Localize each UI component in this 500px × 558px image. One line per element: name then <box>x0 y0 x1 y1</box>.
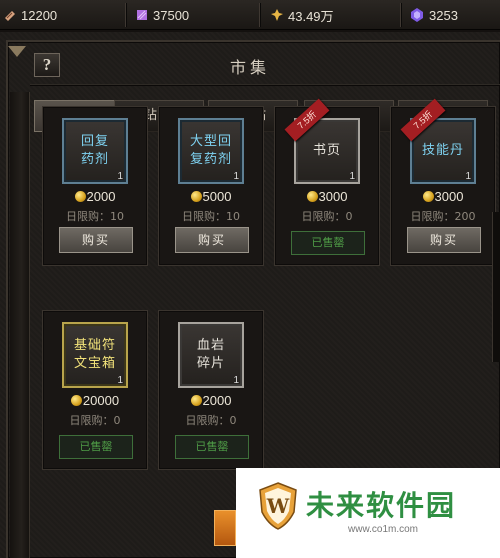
item-price: 2000 <box>159 393 263 408</box>
title-divider <box>30 84 500 86</box>
item-slot[interactable]: 大型回 复药剂 1 <box>178 118 244 184</box>
violet-gem-icon <box>411 8 423 22</box>
crystal-resource: 37500 <box>136 0 189 30</box>
window-left-rail <box>10 92 30 558</box>
buy-button[interactable]: 购买 <box>407 227 481 253</box>
shop-item: 技能丹 1 7.5折 3000 日限购：200 购买 <box>390 98 496 266</box>
daily-limit: 日限购：200 <box>410 210 476 223</box>
gem-resource: 3253 <box>410 0 458 30</box>
item-price-value: 5000 <box>202 189 232 204</box>
item-slot[interactable]: 基础符 文宝箱 1 <box>62 322 128 388</box>
shop-item: 血岩 碎片 1 2000 日限购：0 已售罄 <box>158 310 264 470</box>
gold-shard-icon <box>271 9 283 21</box>
gold-coin-icon <box>306 191 318 202</box>
shop-item: 大型回 复药剂 1 5000 日限购：10 购买 <box>158 106 264 266</box>
svg-text:W: W <box>266 494 290 518</box>
daily-limit: 日限购：10 <box>66 210 124 223</box>
ticket-icon <box>5 11 15 21</box>
orange-action-button[interactable] <box>214 510 236 546</box>
item-price-value: 3000 <box>318 189 348 204</box>
sold-out-badge: 已售罄 <box>175 435 249 459</box>
item-slot[interactable]: 书页 1 7.5折 <box>284 98 360 184</box>
watermark-text: 未来软件园 <box>306 489 457 522</box>
scrollbar[interactable] <box>492 212 500 362</box>
shop-item: 基础符 文宝箱 1 20000 日限购：0 已售罄 <box>42 310 148 470</box>
daily-limit: 日限购：0 <box>69 414 121 427</box>
item-price-value: 2000 <box>202 393 232 408</box>
resource-bar: 12200 37500 43.49万 3253 <box>0 0 500 30</box>
item-quantity: 1 <box>465 171 471 182</box>
item-quantity: 1 <box>349 171 355 182</box>
gem-count: 3253 <box>429 7 458 23</box>
item-price: 2000 <box>43 189 147 204</box>
help-button[interactable]: ? <box>34 53 60 77</box>
watermark-url: www.co1m.com <box>348 524 419 535</box>
item-quantity: 1 <box>117 171 123 182</box>
purple-crystal-icon <box>137 10 147 20</box>
ticket-count: 12200 <box>21 7 58 23</box>
item-price: 5000 <box>159 189 263 204</box>
gold-coin-icon <box>190 395 202 406</box>
watermark-logo: W <box>259 482 297 530</box>
gold-coin-icon <box>74 191 86 202</box>
gold-count: 43.49万 <box>288 8 334 24</box>
sold-out-badge: 已售罄 <box>59 435 133 459</box>
item-quantity: 1 <box>233 375 239 386</box>
buy-button[interactable]: 购买 <box>59 227 133 253</box>
item-slot[interactable]: 回复 药剂 1 <box>62 118 128 184</box>
watermark: W 未来软件园 www.co1m.com <box>236 468 500 558</box>
gold-coin-icon <box>70 395 82 406</box>
item-price-value: 20000 <box>82 393 120 408</box>
shop-item: 书页 1 7.5折 3000 日限购：0 已售罄 <box>274 98 380 266</box>
item-quantity: 1 <box>233 171 239 182</box>
crystal-count: 37500 <box>153 7 190 23</box>
item-price: 3000 <box>275 189 379 204</box>
gold-coin-icon <box>190 191 202 202</box>
window-corner-ornament <box>8 46 26 57</box>
shop-item: 回复 药剂 1 2000 日限购：10 购买 <box>42 106 148 266</box>
item-slot[interactable]: 技能丹 1 7.5折 <box>400 98 476 184</box>
window-title: 市集 <box>229 58 270 77</box>
daily-limit: 日限购：0 <box>301 210 353 223</box>
item-price: 20000 <box>43 393 147 408</box>
item-price-value: 3000 <box>434 189 464 204</box>
item-quantity: 1 <box>117 375 123 386</box>
item-price: 3000 <box>391 189 495 204</box>
item-price-value: 2000 <box>86 189 116 204</box>
buy-button[interactable]: 购买 <box>175 227 249 253</box>
item-slot[interactable]: 血岩 碎片 1 <box>178 322 244 388</box>
gold-coin-icon <box>422 191 434 202</box>
shop-grid: 回复 药剂 1 2000 日限购：10 购买 大型回 复药剂 1 5000 日限… <box>42 98 500 526</box>
sold-out-badge: 已售罄 <box>291 231 365 255</box>
ticket-resource: 12200 <box>4 0 57 30</box>
daily-limit: 日限购：10 <box>182 210 240 223</box>
daily-limit: 日限购：0 <box>185 414 237 427</box>
gold-resource: 43.49万 <box>271 0 334 30</box>
